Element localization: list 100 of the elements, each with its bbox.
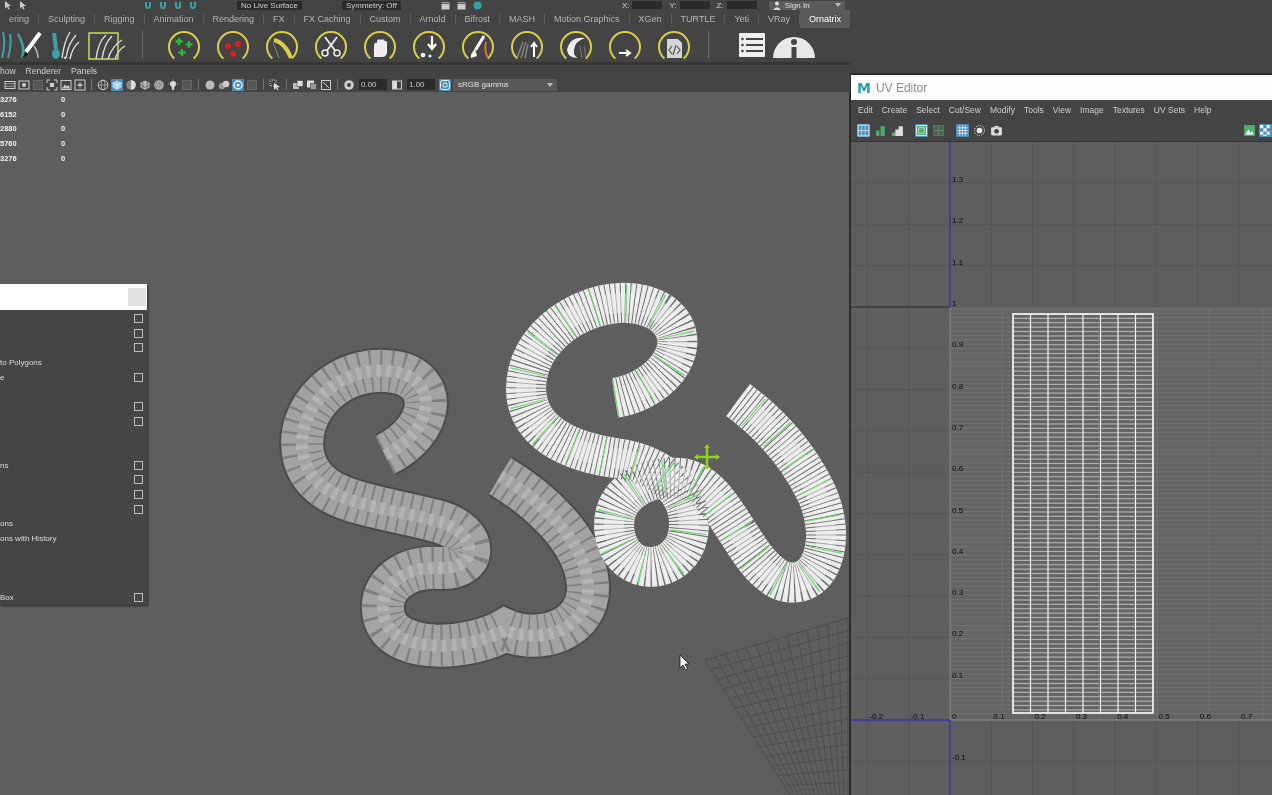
shelf-tab[interactable]: Bifrost [455,10,500,28]
menu-item[interactable]: ns [0,460,9,470]
menu-item[interactable]: Image [1080,105,1104,115]
sphere-icon[interactable] [204,78,216,91]
coordinate-field[interactable] [726,1,757,9]
hand-icon[interactable] [364,30,396,60]
bars-icon[interactable] [874,124,887,137]
down-arrow-icon[interactable] [413,30,445,60]
move-manipulator-icon[interactable] [694,444,720,470]
option-box-icon[interactable] [134,313,143,323]
clapperboard-icon[interactable] [456,0,466,10]
spheres-icon[interactable] [218,78,230,91]
uv-grid-icon[interactable] [857,124,870,137]
dots-icon[interactable] [217,30,249,60]
menu-item[interactable]: Box [0,592,14,602]
pen-icon[interactable] [16,30,42,60]
film-strip-icon[interactable] [4,78,16,91]
menu-item[interactable]: Select [916,105,940,115]
hair-frame-icon[interactable] [88,30,126,60]
sign-in-button[interactable]: Sign In [768,0,845,10]
crossed-box-icon[interactable] [320,78,332,91]
select-cursor-icon[interactable] [269,78,281,91]
grid-icon[interactable] [956,124,969,137]
symmetry-field[interactable]: Symmetry: Off [341,0,401,10]
cube-icon[interactable] [111,78,123,91]
gamma-icon[interactable] [391,78,403,91]
plus-signs-icon[interactable] [168,30,200,60]
curve-icon[interactable] [266,30,298,60]
menu-item[interactable]: ons [0,519,13,529]
shelf-tab[interactable]: Sculpting [39,10,95,28]
menu-item[interactable]: UV Sets [1153,105,1186,115]
shelf-tab[interactable]: XGen [629,10,671,28]
dotted-circle-icon[interactable] [973,124,986,137]
shelf-tab[interactable]: Motion Graphics [545,10,629,28]
clapperboard-icon[interactable] [440,0,450,10]
image-icon[interactable] [1243,124,1256,137]
globe-icon[interactable] [472,0,482,10]
shelf-tab[interactable]: Rendering [203,10,264,28]
live-surface-field[interactable]: No Live Surface [237,0,302,10]
camera-icon[interactable] [990,124,1003,137]
code-file-icon[interactable] [658,30,690,60]
option-box-icon[interactable] [134,401,143,411]
shelf-tab[interactable]: MASH [500,10,545,28]
shelf-tab[interactable]: Animation [144,10,203,28]
option-box-icon[interactable] [134,490,143,500]
overlapping-squares-icon[interactable] [306,78,318,91]
coordinate-field[interactable] [632,1,663,9]
menu-item[interactable]: to Polygons [0,357,42,367]
light-bulb-icon[interactable] [167,78,179,91]
right-arrow-icon[interactable] [609,30,641,60]
shelf-tab[interactable]: FX Caching [294,10,360,28]
stairs-icon[interactable] [891,124,904,137]
shelf-tab[interactable]: VRay [759,10,800,28]
stacked-squares-icon[interactable] [292,78,304,91]
option-box-icon[interactable] [134,372,143,382]
checker-cube-icon[interactable] [139,78,151,91]
menu-item[interactable]: Cut/Sew [948,105,981,115]
picture-icon[interactable] [60,78,72,91]
color-management-icon[interactable] [439,78,451,91]
color-space-dropdown[interactable]: sRGB gamma [453,78,557,91]
menu-item[interactable]: Tools [1023,105,1044,115]
option-box-icon[interactable] [134,343,143,353]
shelf-tab[interactable]: ering [0,10,38,28]
option-box-icon[interactable] [134,328,143,338]
option-box-icon[interactable] [134,460,143,470]
shelf-tab[interactable]: TURTLE [671,10,725,28]
up-arrow-icon[interactable] [511,30,543,60]
menu-item[interactable]: Help [1194,105,1212,115]
menu-item[interactable]: e [0,372,5,382]
shelf-tab[interactable]: Custom [360,10,410,28]
shelf-tab[interactable]: FX [264,10,294,28]
list-icon[interactable] [739,33,765,57]
aperture-icon[interactable] [343,78,355,91]
frame-icon[interactable] [915,124,928,137]
coordinate-field[interactable] [679,1,710,9]
option-box-icon[interactable] [134,592,143,602]
menu-item[interactable]: View [1052,105,1072,115]
uv-shell-drawing[interactable] [1012,313,1154,714]
menu-item[interactable]: Panels [71,66,98,76]
dotted-sphere-icon[interactable] [153,78,165,91]
menu-item[interactable]: Create [881,105,908,115]
brush-icon[interactable] [462,30,494,60]
menu-item[interactable]: Edit [858,105,873,115]
wireframe-sphere-icon[interactable] [97,78,109,91]
menu-item[interactable]: Modify [989,105,1015,115]
menu-item[interactable]: Textures [1112,105,1145,115]
option-box-icon[interactable] [134,416,143,426]
shelf-tab[interactable]: Rigging [95,10,144,28]
checker-icon[interactable] [1259,124,1272,137]
scissors-icon[interactable] [315,30,347,60]
menu-item[interactable]: how [0,66,16,76]
shaded-sphere-icon[interactable] [125,78,137,91]
exposure-field[interactable]: 0.00 [359,79,387,90]
shelf-tab[interactable]: Ornatrix [800,10,851,28]
framed-cross-icon[interactable] [74,78,86,91]
option-box-icon[interactable] [134,475,143,485]
swoosh-icon[interactable] [560,30,592,60]
option-box-icon[interactable] [134,504,143,514]
gate-icon[interactable] [18,78,30,91]
gamma-field[interactable]: 1.00 [407,79,435,90]
